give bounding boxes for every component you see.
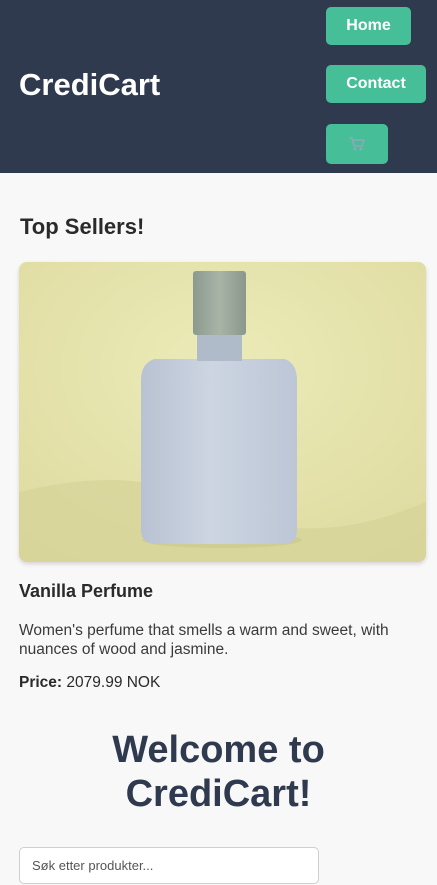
product-image[interactable]: [19, 262, 426, 562]
price-value: 2079.99 NOK: [66, 674, 161, 691]
site-header: CrediCart Home Contact: [0, 0, 437, 173]
price-label: Price:: [19, 674, 63, 691]
site-logo[interactable]: CrediCart: [19, 67, 160, 103]
product-name[interactable]: Vanilla Perfume: [19, 581, 153, 602]
welcome-line-2: CrediCart!: [125, 773, 312, 815]
cart-icon: [348, 136, 366, 152]
contact-button[interactable]: Contact: [326, 65, 426, 103]
product-price: Price: 2079.99 NOK: [19, 674, 160, 692]
welcome-heading: Welcome to CrediCart!: [0, 728, 437, 816]
product-description: Women's perfume that smells a warm and s…: [19, 622, 389, 658]
cart-button[interactable]: [326, 124, 388, 164]
search-input[interactable]: [19, 847, 319, 884]
top-sellers-heading: Top Sellers!: [20, 214, 145, 239]
welcome-line-1: Welcome to: [112, 729, 325, 771]
home-button[interactable]: Home: [326, 7, 411, 45]
